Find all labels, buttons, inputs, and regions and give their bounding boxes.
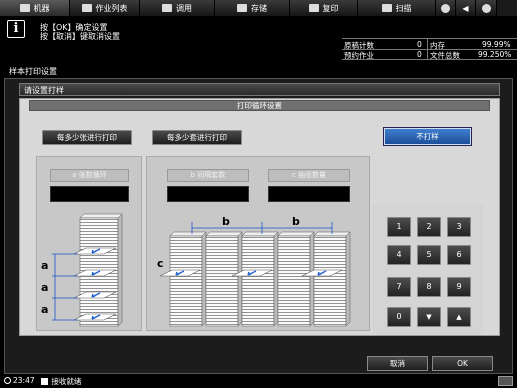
no-sample-button[interactable]: 不打样 [384, 128, 471, 145]
help-button[interactable] [476, 0, 497, 16]
files-value: 99.250% [478, 50, 512, 59]
key-down[interactable]: ▼ [417, 307, 441, 327]
clock: 23:47 [4, 376, 35, 385]
copies-value: 0 [417, 40, 422, 49]
files-label: 文件总数 [430, 51, 460, 60]
globe-button[interactable] [436, 0, 456, 16]
job-status: 接收就绪 [41, 376, 81, 387]
message-line-2: 按【取消】键取消设置 [40, 32, 120, 41]
extract-count-input[interactable] [268, 186, 350, 202]
dialog-subtitle: 请设置打样 [24, 86, 64, 95]
tab-machine-label: 机器 [33, 3, 50, 13]
reserved-label: 预约作业 [344, 51, 374, 60]
key-0[interactable]: 0 [387, 307, 411, 327]
memory-value: 99.99% [482, 40, 511, 49]
tab-recall[interactable]: 调用 [140, 0, 215, 16]
reserved-value: 0 [417, 50, 422, 59]
tab-scan[interactable]: 扫描 [358, 0, 436, 16]
info-icon: i [7, 20, 25, 38]
a-label-2: a [41, 281, 48, 294]
tab-machine[interactable]: 机器 [0, 0, 70, 16]
sheet-cycle-input[interactable] [50, 186, 129, 202]
speaker-icon: ◀ [462, 3, 469, 13]
set-interval-input[interactable] [167, 186, 249, 202]
extract-count-label: c 抽张数量 [268, 169, 350, 182]
key-up[interactable]: ▲ [447, 307, 471, 327]
inserted-sheets-sets [159, 269, 343, 277]
sheet-cycle-label: a 张数循环 [50, 169, 129, 182]
b-label-2: b [292, 215, 300, 228]
key-2[interactable]: 2 [417, 217, 441, 237]
key-8[interactable]: 8 [417, 277, 441, 297]
scan-icon [381, 4, 392, 12]
a-brackets [52, 253, 78, 321]
screen-title: 样本打印设置 [9, 67, 57, 76]
job-status-icon [41, 378, 48, 385]
tab-job-list-label: 作业列表 [95, 3, 128, 13]
top-tab-bar: 机器 作业列表 调用 存储 复印 扫描 ◀ [0, 0, 517, 16]
subtitle-bar [19, 83, 500, 96]
tab-copy-label: 复印 [322, 3, 339, 13]
tab-scan-label: 扫描 [395, 3, 412, 13]
status-panel: 原稿计数 0 内存 99.99% 预约作业 0 文件总数 99.250% [342, 38, 517, 60]
machine-icon [19, 4, 30, 12]
tab-copy[interactable]: 复印 [290, 0, 358, 16]
clock-icon [4, 377, 11, 384]
a-label-1: a [41, 259, 48, 272]
clock-time: 23:47 [13, 376, 35, 385]
job-list-icon [81, 4, 92, 12]
ok-button[interactable]: OK [432, 356, 493, 371]
c-label: c [157, 257, 164, 270]
tab-store[interactable]: 存储 [215, 0, 290, 16]
status-indicator [498, 376, 513, 386]
a-label-3: a [41, 303, 48, 316]
panel-title: 打印循环设置 [29, 100, 490, 111]
key-7[interactable]: 7 [387, 277, 411, 297]
b-label-1: b [222, 215, 230, 228]
sample-cycle-diagram: a a a b b c [41, 213, 351, 327]
per-sets-button[interactable]: 每多少套进行打印 [152, 130, 242, 145]
copy-icon [308, 4, 319, 12]
key-5[interactable]: 5 [417, 245, 441, 265]
job-status-text: 接收就绪 [51, 377, 82, 386]
per-sheets-button[interactable]: 每多少张进行打印 [42, 130, 132, 145]
tab-store-label: 存储 [251, 3, 267, 13]
key-4[interactable]: 4 [387, 245, 411, 265]
set-interval-label: b 间隔套数 [167, 169, 249, 182]
key-1[interactable]: 1 [387, 217, 411, 237]
key-3[interactable]: 3 [447, 217, 471, 237]
store-icon [237, 4, 247, 12]
set-stacks [169, 231, 351, 327]
cancel-button[interactable]: 取消 [367, 356, 428, 371]
tab-job-list[interactable]: 作业列表 [70, 0, 140, 16]
recall-icon [162, 4, 172, 12]
help-icon [481, 3, 491, 13]
volume-button[interactable]: ◀ [456, 0, 476, 16]
globe-icon [441, 3, 450, 13]
tab-recall-label: 调用 [176, 3, 192, 13]
key-6[interactable]: 6 [447, 245, 471, 265]
key-9[interactable]: 9 [447, 277, 471, 297]
